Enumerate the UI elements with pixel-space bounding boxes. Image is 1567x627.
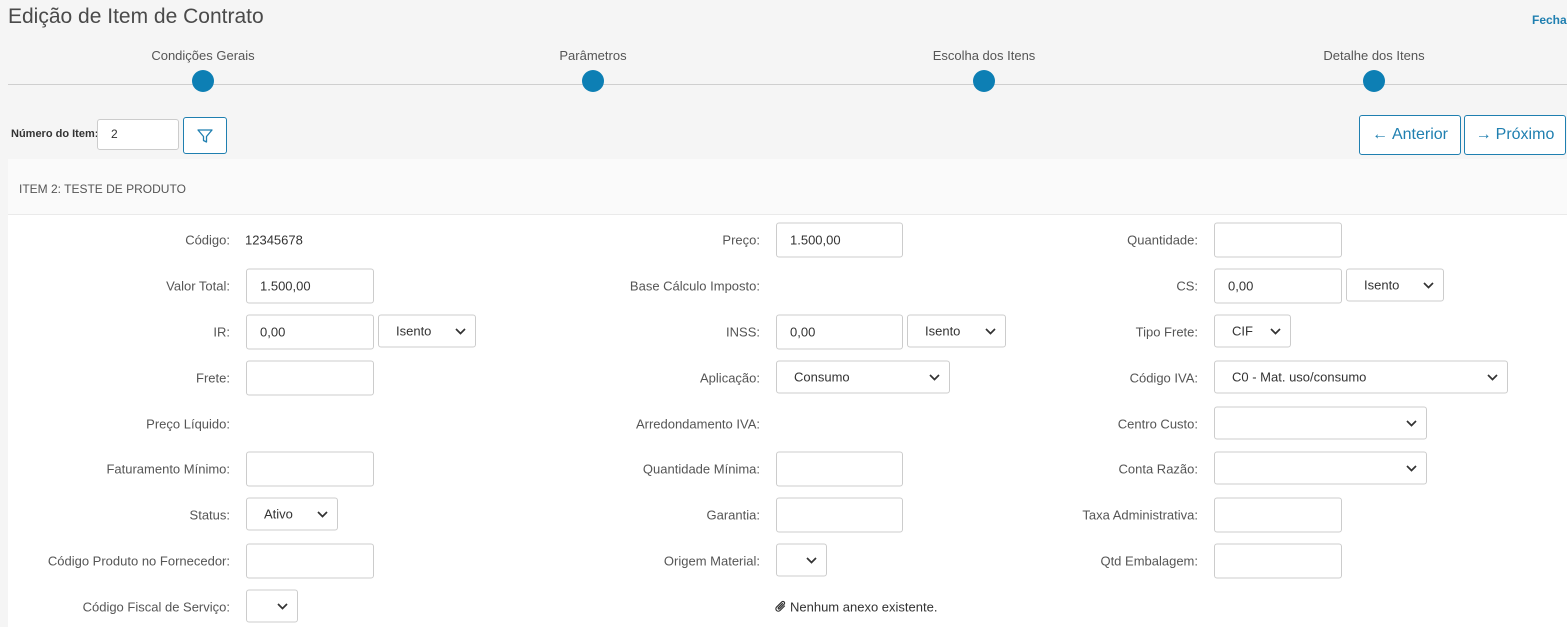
step-label: Parâmetros <box>559 48 627 63</box>
arrow-right-icon: → <box>1475 126 1492 143</box>
garantia-input[interactable] <box>776 497 903 533</box>
tipo-frete-label: Tipo Frete: <box>1135 324 1198 340</box>
filter-icon <box>197 128 213 143</box>
taxa-administrativa-input[interactable] <box>1214 497 1342 533</box>
centro-custo-select[interactable] <box>1214 406 1427 440</box>
chevron-down-icon <box>277 602 288 610</box>
chevron-down-icon <box>806 556 817 564</box>
tipo-frete-select-value: CIF <box>1232 323 1253 339</box>
preco-liquido-label: Preço Líquido: <box>146 416 230 432</box>
step-dot[interactable] <box>192 70 214 92</box>
close-link[interactable]: Fechar <box>1532 13 1567 27</box>
aplicacao-select[interactable]: Consumo <box>776 360 950 394</box>
valor-total-input[interactable]: 1.500,00 <box>246 268 374 304</box>
status-select[interactable]: Ativo <box>246 497 338 531</box>
attachment-status[interactable]: Nenhum anexo existente. <box>775 600 937 615</box>
step-label: Condições Gerais <box>151 48 255 63</box>
inss-select-value: Isento <box>925 323 961 339</box>
attachment-text: Nenhum anexo existente. <box>790 599 938 615</box>
chevron-down-icon <box>455 327 466 335</box>
chevron-down-icon <box>317 510 328 518</box>
preco-input[interactable]: 1.500,00 <box>776 222 903 258</box>
cs-select-value: Isento <box>1364 277 1400 293</box>
item-header: ITEM 2: TESTE DE PRODUTO <box>8 159 1567 215</box>
cs-input[interactable]: 0,00 <box>1214 268 1342 304</box>
qtd-embalagem-label: Qtd Embalagem: <box>1100 553 1198 569</box>
previous-button[interactable]: ← Anterior <box>1359 115 1461 155</box>
step-detalhe-itens[interactable]: Detalhe dos Itens <box>1274 48 1474 92</box>
taxa-administrativa-label: Taxa Administrativa: <box>1082 507 1198 523</box>
ir-select[interactable]: Isento <box>378 314 476 348</box>
chevron-down-icon <box>985 327 996 335</box>
faturamento-minimo-input[interactable] <box>246 451 374 487</box>
next-button[interactable]: → Próximo <box>1464 115 1566 155</box>
ir-select-value: Isento <box>396 323 432 339</box>
chevron-down-icon <box>1423 281 1434 289</box>
quantidade-input[interactable] <box>1214 222 1342 258</box>
page-title: Edição de Item de Contrato <box>8 5 264 28</box>
origem-material-label: Origem Material: <box>663 553 760 569</box>
inss-label: INSS: <box>726 324 760 340</box>
frete-label: Frete: <box>196 370 230 386</box>
status-select-value: Ativo <box>264 506 293 522</box>
step-parametros[interactable]: Parâmetros <box>493 48 693 92</box>
qtd-embalagem-input[interactable] <box>1214 543 1342 579</box>
arrow-left-icon: ← <box>1371 126 1388 143</box>
origem-material-select[interactable] <box>776 543 827 577</box>
cs-label: CS: <box>1176 278 1198 294</box>
chevron-down-icon <box>929 373 940 381</box>
codigo-produto-fornecedor-input[interactable] <box>246 543 374 579</box>
paperclip-icon <box>775 600 786 612</box>
ir-input[interactable]: 0,00 <box>246 314 374 350</box>
frete-input[interactable] <box>246 360 374 396</box>
centro-custo-label: Centro Custo: <box>1117 416 1198 432</box>
codigo-iva-select[interactable]: C0 - Mat. uso/consumo <box>1214 360 1508 394</box>
next-button-label: Próximo <box>1495 126 1555 143</box>
valor-total-label: Valor Total: <box>166 278 230 294</box>
step-condicoes-gerais[interactable]: Condições Gerais <box>103 48 303 92</box>
faturamento-minimo-label: Faturamento Mínimo: <box>106 461 230 477</box>
previous-button-label: Anterior <box>1391 126 1449 143</box>
cs-select[interactable]: Isento <box>1346 268 1444 302</box>
inss-select[interactable]: Isento <box>907 314 1006 348</box>
ir-label: IR: <box>213 324 230 340</box>
conta-razao-label: Conta Razão: <box>1118 461 1199 477</box>
tipo-frete-select[interactable]: CIF <box>1214 314 1291 348</box>
item-panel: ITEM 2: TESTE DE PRODUTO Código: 1234567… <box>8 159 1567 627</box>
quantidade-label: Quantidade: <box>1127 232 1198 248</box>
codigo-iva-select-value: C0 - Mat. uso/consumo <box>1232 369 1367 385</box>
item-number-input[interactable]: 2 <box>97 119 179 150</box>
codigo-fiscal-servico-label: Código Fiscal de Serviço: <box>82 599 230 615</box>
chevron-down-icon <box>1406 464 1417 472</box>
quantidade-minima-label: Quantidade Mínima: <box>642 461 760 477</box>
codigo-iva-label: Código IVA: <box>1129 370 1198 386</box>
step-escolha-itens[interactable]: Escolha dos Itens <box>884 48 1084 92</box>
aplicacao-select-value: Consumo <box>794 369 850 385</box>
codigo-fiscal-servico-select[interactable] <box>246 589 298 623</box>
inss-input[interactable]: 0,00 <box>776 314 903 350</box>
step-dot[interactable] <box>582 70 604 92</box>
item-number-label: Número do Item: <box>11 128 99 140</box>
status-label: Status: <box>189 507 230 523</box>
chevron-down-icon <box>1270 327 1281 335</box>
preco-label: Preço: <box>722 232 760 248</box>
step-dot[interactable] <box>973 70 995 92</box>
codigo-label: Código: <box>185 232 230 248</box>
garantia-label: Garantia: <box>706 507 760 523</box>
aplicacao-label: Aplicação: <box>700 370 760 386</box>
codigo-value: 12345678 <box>245 232 303 248</box>
chevron-down-icon <box>1406 419 1417 427</box>
step-dot[interactable] <box>1363 70 1385 92</box>
chevron-down-icon <box>1487 373 1498 381</box>
base-calculo-label: Base Cálculo Imposto: <box>629 278 760 294</box>
filter-button[interactable] <box>183 117 227 154</box>
conta-razao-select[interactable] <box>1214 451 1427 485</box>
arredondamento-iva-label: Arredondamento IVA: <box>635 416 760 432</box>
step-label: Escolha dos Itens <box>932 48 1036 63</box>
codigo-produto-fornecedor-label: Código Produto no Fornecedor: <box>47 553 230 569</box>
quantidade-minima-input[interactable] <box>776 451 903 487</box>
step-label: Detalhe dos Itens <box>1323 48 1425 63</box>
